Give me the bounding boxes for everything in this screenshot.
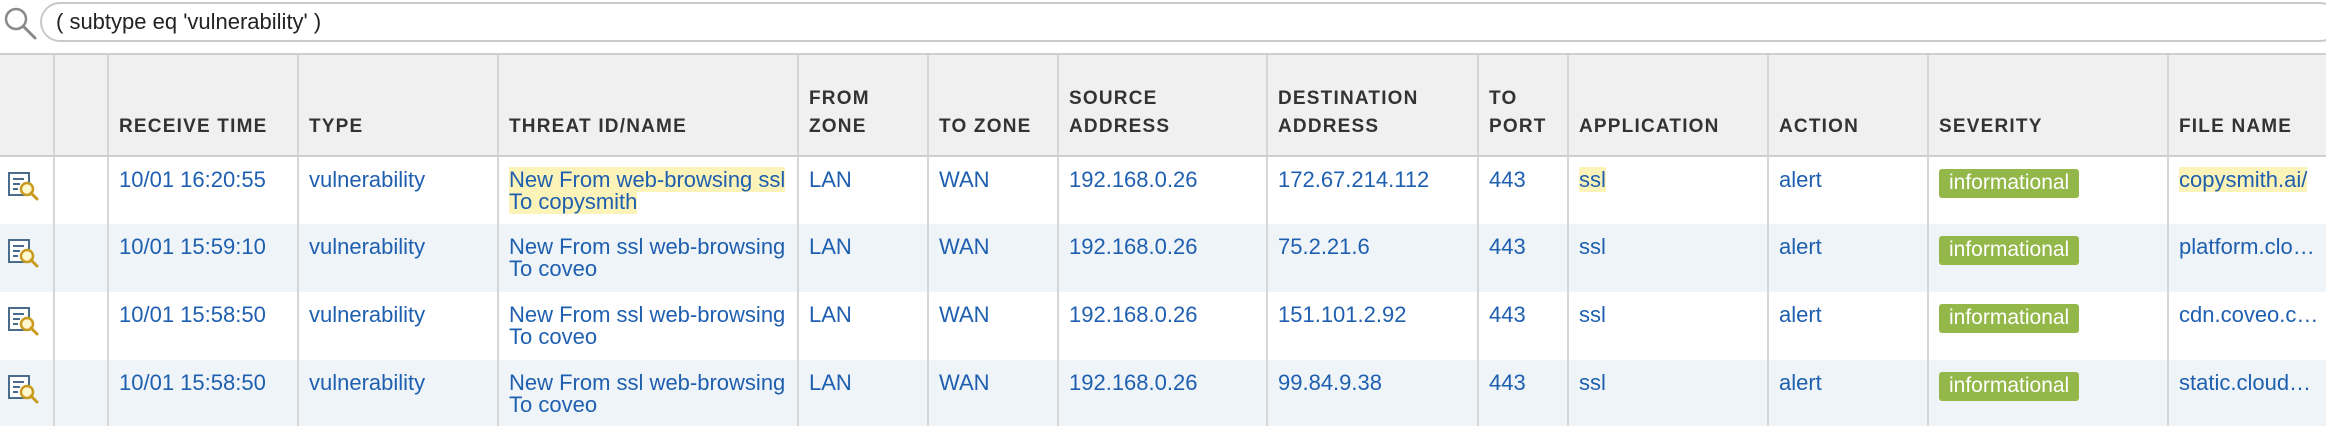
table-header-row: RECEIVE TIME TYPE THREAT ID/NAME FROM ZO… — [0, 53, 2326, 157]
column-header-from-zone[interactable]: FROM ZONE — [797, 53, 928, 157]
column-header-to-port[interactable]: TO PORT — [1477, 53, 1568, 157]
application-cell[interactable]: ssl — [1567, 360, 1768, 426]
type-cell[interactable]: vulnerability — [297, 360, 498, 426]
to-port-cell[interactable]: 443 — [1477, 224, 1568, 292]
column-header-source-address[interactable]: SOURCE ADDRESS — [1057, 53, 1267, 157]
threat-name-cell[interactable]: New From ssl web-browsing To coveo — [497, 360, 798, 426]
application-cell[interactable]: ssl — [1567, 156, 1768, 224]
to-port-cell[interactable]: 443 — [1477, 292, 1568, 360]
destination-address-cell[interactable]: 172.67.214.112 — [1266, 156, 1478, 224]
file-name-cell[interactable]: static.cloud… — [2167, 360, 2326, 426]
severity-cell[interactable]: informational — [1927, 360, 2168, 426]
action-cell[interactable]: alert — [1767, 156, 1928, 224]
type-cell[interactable]: vulnerability — [297, 224, 498, 292]
severity-cell[interactable]: informational — [1927, 156, 2168, 224]
column-header-receive-time[interactable]: RECEIVE TIME — [107, 53, 298, 157]
severity-badge: informational — [1939, 304, 2080, 333]
file-name-cell[interactable]: cdn.coveo.c… — [2167, 292, 2326, 360]
source-address-cell[interactable]: 192.168.0.26 — [1057, 360, 1267, 426]
table-row: 10/01 16:20:55 vulnerability New From we… — [0, 156, 2326, 224]
threat-log-table: RECEIVE TIME TYPE THREAT ID/NAME FROM ZO… — [0, 53, 2326, 426]
column-header-severity[interactable]: SEVERITY — [1927, 53, 2168, 157]
row-detail-cell — [0, 224, 54, 292]
action-cell[interactable]: alert — [1767, 224, 1928, 292]
filter-bar: ( subtype eq 'vulnerability' ) — [0, 0, 2326, 46]
blank-cell — [53, 156, 108, 224]
severity-badge: informational — [1939, 372, 2080, 401]
column-header-type[interactable]: TYPE — [297, 53, 498, 157]
to-port-cell[interactable]: 443 — [1477, 156, 1568, 224]
from-zone-cell[interactable]: LAN — [797, 292, 928, 360]
column-header-file-name[interactable]: FILE NAME — [2167, 53, 2326, 157]
column-header-to-zone[interactable]: TO ZONE — [927, 53, 1058, 157]
destination-address-cell[interactable]: 151.101.2.92 — [1266, 292, 1478, 360]
from-zone-cell[interactable]: LAN — [797, 360, 928, 426]
application-highlight: ssl — [1579, 167, 1606, 192]
receive-time-cell[interactable]: 10/01 15:58:50 — [107, 292, 298, 360]
row-detail-cell — [0, 360, 54, 426]
blank-cell — [53, 360, 108, 426]
to-zone-cell[interactable]: WAN — [927, 156, 1058, 224]
column-header-detail — [0, 53, 54, 157]
table-row: 10/01 15:58:50 vulnerability New From ss… — [0, 360, 2326, 426]
action-cell[interactable]: alert — [1767, 292, 1928, 360]
search-icon[interactable] — [2, 5, 38, 41]
to-zone-cell[interactable]: WAN — [927, 224, 1058, 292]
application-cell[interactable]: ssl — [1567, 224, 1768, 292]
severity-badge: informational — [1939, 236, 2080, 265]
source-address-cell[interactable]: 192.168.0.26 — [1057, 156, 1267, 224]
table-row: 10/01 15:59:10 vulnerability New From ss… — [0, 224, 2326, 292]
source-address-cell[interactable]: 192.168.0.26 — [1057, 292, 1267, 360]
threat-name-highlight: New From web-browsing ssl To copysmith — [509, 167, 786, 214]
type-cell[interactable]: vulnerability — [297, 292, 498, 360]
from-zone-cell[interactable]: LAN — [797, 224, 928, 292]
blank-cell — [53, 224, 108, 292]
filter-query-input[interactable]: ( subtype eq 'vulnerability' ) — [40, 2, 2326, 42]
column-header-threat-id-name[interactable]: THREAT ID/NAME — [497, 53, 798, 157]
receive-time-cell[interactable]: 10/01 16:20:55 — [107, 156, 298, 224]
row-detail-cell — [0, 292, 54, 360]
receive-time-cell[interactable]: 10/01 15:59:10 — [107, 224, 298, 292]
destination-address-cell[interactable]: 99.84.9.38 — [1266, 360, 1478, 426]
source-address-cell[interactable]: 192.168.0.26 — [1057, 224, 1267, 292]
column-header-blank — [53, 53, 108, 157]
severity-cell[interactable]: informational — [1927, 224, 2168, 292]
to-zone-cell[interactable]: WAN — [927, 360, 1058, 426]
file-name-cell[interactable]: copysmith.ai/ — [2167, 156, 2326, 224]
table-row: 10/01 15:58:50 vulnerability New From ss… — [0, 292, 2326, 360]
file-name-highlight: copysmith.ai/ — [2179, 167, 2308, 192]
to-port-cell[interactable]: 443 — [1477, 360, 1568, 426]
threat-name-cell[interactable]: New From ssl web-browsing To coveo — [497, 292, 798, 360]
type-cell[interactable]: vulnerability — [297, 156, 498, 224]
row-detail-cell — [0, 156, 54, 224]
from-zone-cell[interactable]: LAN — [797, 156, 928, 224]
log-detail-icon[interactable] — [6, 372, 40, 406]
threat-name-cell[interactable]: New From web-browsing ssl To copysmith — [497, 156, 798, 224]
blank-cell — [53, 292, 108, 360]
destination-address-cell[interactable]: 75.2.21.6 — [1266, 224, 1478, 292]
column-header-destination-address[interactable]: DESTINATION ADDRESS — [1266, 53, 1478, 157]
file-name-cell[interactable]: platform.clo… — [2167, 224, 2326, 292]
action-cell[interactable]: alert — [1767, 360, 1928, 426]
to-zone-cell[interactable]: WAN — [927, 292, 1058, 360]
log-detail-icon[interactable] — [6, 236, 40, 270]
log-detail-icon[interactable] — [6, 304, 40, 338]
column-header-action[interactable]: ACTION — [1767, 53, 1928, 157]
column-header-application[interactable]: APPLICATION — [1567, 53, 1768, 157]
receive-time-cell[interactable]: 10/01 15:58:50 — [107, 360, 298, 426]
log-detail-icon[interactable] — [6, 169, 40, 203]
severity-badge: informational — [1939, 169, 2080, 198]
severity-cell[interactable]: informational — [1927, 292, 2168, 360]
application-cell[interactable]: ssl — [1567, 292, 1768, 360]
threat-name-cell[interactable]: New From ssl web-browsing To coveo — [497, 224, 798, 292]
